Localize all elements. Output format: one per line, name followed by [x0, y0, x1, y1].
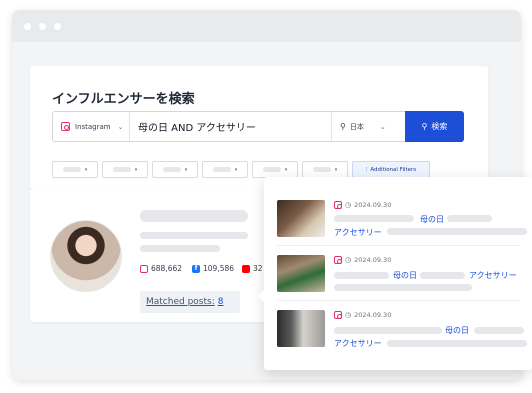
filter-placeholder	[312, 167, 331, 172]
filter-placeholder	[212, 167, 231, 172]
search-icon: ⚲	[421, 122, 428, 131]
search-panel: インフルエンサーを検索 Instagram ⌄ 母の日 AND アクセサリー ⚲…	[30, 66, 488, 189]
keyword-highlight: アクセサリー	[334, 339, 382, 348]
chevron-down-icon: ▾	[334, 166, 338, 173]
youtube-followers: 32	[242, 264, 263, 273]
page-title: インフルエンサーを検索	[52, 92, 195, 107]
filter-placeholder	[162, 167, 181, 172]
text-placeholder	[420, 272, 465, 279]
platform-dropdown[interactable]: Instagram ⌄	[53, 112, 130, 141]
search-input[interactable]: 母の日 AND アクセサリー	[130, 119, 331, 134]
instagram-icon	[140, 264, 148, 273]
instagram-icon	[334, 201, 342, 209]
post-meta: ◷ 2024.09.30	[334, 311, 391, 319]
matched-posts-label: Matched posts:	[146, 297, 215, 307]
clock-icon: ◷	[345, 256, 352, 264]
avatar[interactable]	[50, 220, 122, 292]
facebook-followers: f 109,586	[192, 264, 234, 273]
filter-dropdown[interactable]: ▾	[52, 161, 98, 178]
divider	[277, 245, 520, 246]
post-item[interactable]: ◷ 2024.09.30 母の日 アクセサリー	[277, 310, 527, 350]
text-placeholder	[474, 327, 524, 334]
keyword-highlight: アクセサリー	[469, 271, 517, 280]
chevron-down-icon: ⌄	[379, 122, 386, 131]
instagram-icon	[334, 311, 342, 319]
filter-row: ▾ ▾ ▾ ▾ ▾ ▾ ⫶ Additional Filters	[52, 161, 430, 178]
post-meta: ◷ 2024.09.30	[334, 201, 391, 209]
chevron-down-icon: ▾	[234, 166, 238, 173]
text-placeholder	[334, 327, 442, 334]
instagram-followers-value: 688,662	[151, 264, 183, 273]
text-placeholder	[334, 215, 414, 222]
text-placeholder	[447, 215, 492, 222]
influencer-card[interactable]: 688,662 f 109,586 32 Matched posts: 8	[30, 189, 266, 322]
clock-icon: ◷	[345, 201, 352, 209]
facebook-icon: f	[192, 264, 200, 273]
matched-posts-link[interactable]: Matched posts: 8	[140, 291, 240, 313]
region-label: 日本	[349, 122, 364, 131]
keyword-highlight: アクセサリー	[334, 228, 382, 237]
search-bar: Instagram ⌄ 母の日 AND アクセサリー ⚲ 日本 ⌄ ⚲ 検索	[52, 111, 464, 142]
post-date: 2024.09.30	[354, 311, 392, 319]
clock-icon: ◷	[345, 311, 352, 319]
text-placeholder	[140, 232, 248, 239]
filter-dropdown[interactable]: ▾	[252, 161, 298, 178]
post-date: 2024.09.30	[354, 201, 392, 209]
filter-dropdown[interactable]: ▾	[152, 161, 198, 178]
name-placeholder	[140, 210, 248, 222]
post-item[interactable]: ◷ 2024.09.30 母の日 アクセサリー	[277, 200, 527, 240]
filter-dropdown[interactable]: ▾	[202, 161, 248, 178]
location-pin-icon: ⚲	[340, 122, 346, 131]
keyword-highlight: 母の日	[445, 326, 469, 335]
youtube-icon	[242, 264, 250, 273]
youtube-followers-value: 32	[253, 264, 263, 273]
matched-posts-count: 8	[217, 297, 224, 307]
platform-label: Instagram	[75, 122, 111, 131]
filter-placeholder	[112, 167, 131, 172]
keyword-highlight: 母の日	[393, 271, 417, 280]
chevron-down-icon: ▾	[84, 166, 88, 173]
post-thumbnail[interactable]	[277, 310, 325, 347]
filter-placeholder	[262, 167, 281, 172]
matched-posts-popup: ◷ 2024.09.30 母の日 アクセサリー ◷ 2024.09.30 母の日…	[258, 177, 532, 370]
post-meta: ◷ 2024.09.30	[334, 256, 391, 264]
chevron-down-icon: ⌄	[117, 122, 124, 131]
search-button[interactable]: ⚲ 検索	[405, 111, 464, 142]
instagram-icon	[61, 122, 70, 131]
post-thumbnail[interactable]	[277, 255, 325, 292]
sliders-icon: ⫶	[365, 165, 368, 173]
text-placeholder	[140, 245, 220, 252]
facebook-followers-value: 109,586	[203, 264, 235, 273]
post-item[interactable]: ◷ 2024.09.30 母の日 アクセサリー	[277, 255, 527, 295]
text-placeholder	[334, 284, 472, 291]
text-placeholder	[334, 272, 389, 279]
text-placeholder	[387, 228, 527, 235]
additional-filters-label: Additional Filters	[370, 166, 417, 173]
text-placeholder	[387, 340, 527, 347]
additional-filters-button[interactable]: ⫶ Additional Filters	[352, 161, 430, 178]
filter-placeholder	[62, 167, 81, 172]
search-button-label: 検索	[431, 122, 448, 131]
divider	[277, 300, 520, 301]
instagram-followers: 688,662	[140, 264, 182, 273]
keyword-highlight: 母の日	[420, 215, 444, 224]
instagram-icon	[334, 256, 342, 264]
post-thumbnail[interactable]	[277, 200, 325, 237]
region-dropdown[interactable]: ⚲ 日本 ⌄	[331, 112, 405, 141]
filter-dropdown[interactable]: ▾	[302, 161, 348, 178]
chevron-down-icon: ▾	[134, 166, 138, 173]
chevron-down-icon: ▾	[284, 166, 288, 173]
chevron-down-icon: ▾	[184, 166, 188, 173]
post-date: 2024.09.30	[354, 256, 392, 264]
filter-dropdown[interactable]: ▾	[102, 161, 148, 178]
